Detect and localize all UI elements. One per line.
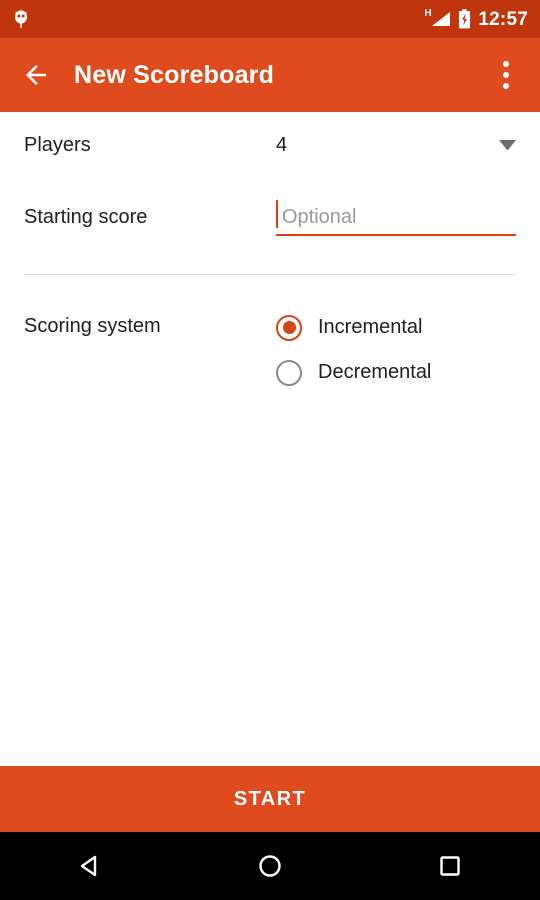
battery-charging-icon	[459, 9, 471, 29]
app-notification-icon	[15, 10, 27, 28]
status-bar-right: H 12:57	[424, 8, 528, 30]
chevron-down-icon	[498, 139, 516, 150]
nav-recents-square-icon	[440, 856, 460, 876]
radio-button-decremental[interactable]	[276, 359, 302, 386]
start-button[interactable]: START	[0, 766, 540, 832]
players-dropdown-button[interactable]	[498, 139, 516, 151]
players-row[interactable]: Players 4	[0, 112, 540, 178]
phone-screen: H 12:57 New Scoreboard Players 4 Startin…	[0, 0, 540, 900]
radio-label-incremental: Incremental	[318, 316, 423, 338]
signal-bars-icon: H	[424, 8, 451, 29]
text-cursor	[276, 200, 278, 228]
radio-option-decremental[interactable]: Decremental	[276, 350, 516, 395]
more-vertical-icon-dot	[503, 83, 509, 89]
players-label: Players	[24, 133, 91, 156]
starting-score-label: Starting score	[24, 205, 148, 228]
nav-home-button[interactable]	[180, 832, 360, 900]
scoring-system-label: Scoring system	[24, 315, 161, 337]
overflow-menu-button[interactable]	[478, 38, 534, 112]
back-arrow-icon	[26, 65, 46, 85]
network-type-label: H	[424, 8, 432, 19]
status-bar-left	[12, 9, 30, 29]
more-vertical-icon-dot	[503, 72, 509, 78]
radio-button-incremental[interactable]	[276, 314, 302, 341]
starting-score-underline	[276, 234, 516, 236]
section-divider	[24, 274, 516, 275]
more-vertical-icon-dot	[503, 61, 509, 67]
nav-recents-button[interactable]	[360, 832, 540, 900]
back-button[interactable]	[0, 38, 72, 112]
status-bar: H 12:57	[0, 0, 540, 38]
system-navigation-bar	[0, 832, 540, 900]
players-value: 4	[276, 133, 288, 156]
nav-home-circle-icon	[259, 855, 281, 877]
form-content: Players 4 Starting score Scoring system	[0, 112, 540, 395]
radio-label-decremental: Decremental	[318, 361, 432, 383]
starting-score-row: Starting score	[0, 178, 540, 256]
page-title: New Scoreboard	[74, 60, 275, 89]
nav-back-triangle-icon	[80, 855, 97, 877]
scoring-system-options: Incremental Decremental	[276, 305, 516, 395]
starting-score-input[interactable]	[276, 197, 516, 237]
scoring-system-row: Scoring system Incremental Decremental	[0, 305, 540, 395]
status-bar-clock: 12:57	[478, 8, 528, 30]
nav-back-button[interactable]	[0, 832, 180, 900]
app-bar: New Scoreboard	[0, 38, 540, 112]
starting-score-field[interactable]	[276, 194, 516, 240]
radio-option-incremental[interactable]: Incremental	[276, 305, 516, 350]
signal-triangle-icon	[432, 12, 451, 26]
